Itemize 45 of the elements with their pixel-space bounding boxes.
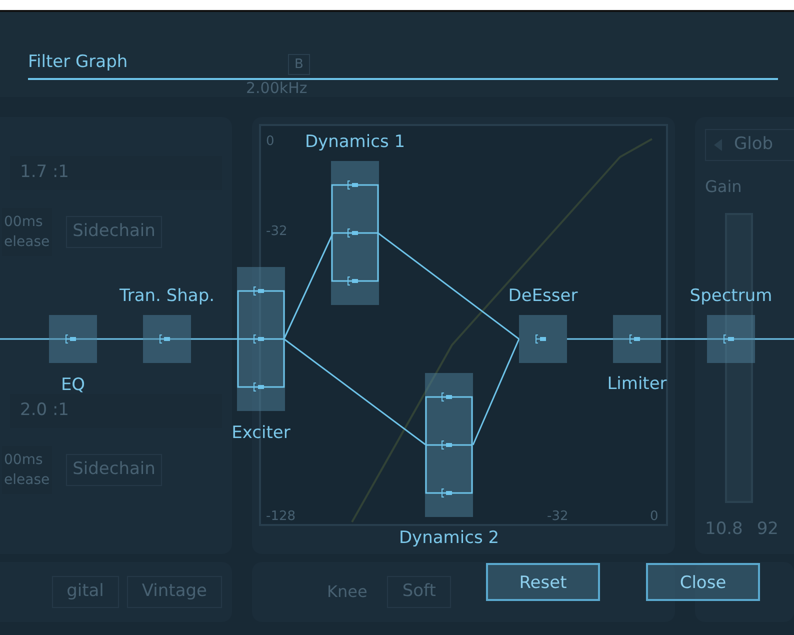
gain-label: Gain [705,176,742,198]
filter-node [707,315,755,363]
band-tag: B [288,54,310,75]
plug-icon [724,334,734,344]
plug-icon [442,440,452,450]
plug-icon [442,392,452,402]
plug-icon [160,334,170,344]
plug-icon [348,228,358,238]
filter-node [143,315,191,363]
axis-label: -128 [266,509,296,524]
filter-node [613,315,661,363]
sidechain-dropdown[interactable]: Sidechain [66,216,162,248]
mode-button[interactable]: gital [52,576,119,608]
plug-icon [630,334,640,344]
dialog-button[interactable]: Close [646,563,760,601]
node-label: Spectrum [690,286,772,306]
plug-icon [348,276,358,286]
node-label: Exciter [232,423,290,443]
plug-icon [536,334,546,344]
node-label: Dynamics 1 [304,132,406,152]
gain-readout: 92 [756,518,778,540]
node-label: Tran. Shap. [119,286,215,306]
axis-label: -32 [547,509,568,524]
knee-option[interactable]: Soft [387,576,451,608]
frequency-readout: 2.00kHz [246,79,308,97]
axis-label: -32 [266,224,288,239]
plug-icon [254,286,264,296]
plug-icon [254,382,264,392]
knee-label: Knee [327,581,368,603]
plug-icon [66,334,76,344]
plug-icon [442,488,452,498]
node-label: EQ [60,375,86,395]
gain-readout: 10.8 [705,518,743,540]
plug-icon [254,334,264,344]
filter-node [519,315,567,363]
node-label: Dynamics 2 [398,528,500,548]
sidechain-dropdown[interactable]: Sidechain [66,454,162,486]
dialog-button[interactable]: Reset [486,563,600,601]
plug-icon [348,180,358,190]
axis-label: 0 [266,134,274,149]
axis-label: 0 [650,509,658,524]
node-label: Limiter [607,374,667,394]
filter-node [49,315,97,363]
mode-button[interactable]: Vintage [126,576,222,608]
node-label: DeEsser [508,286,578,306]
